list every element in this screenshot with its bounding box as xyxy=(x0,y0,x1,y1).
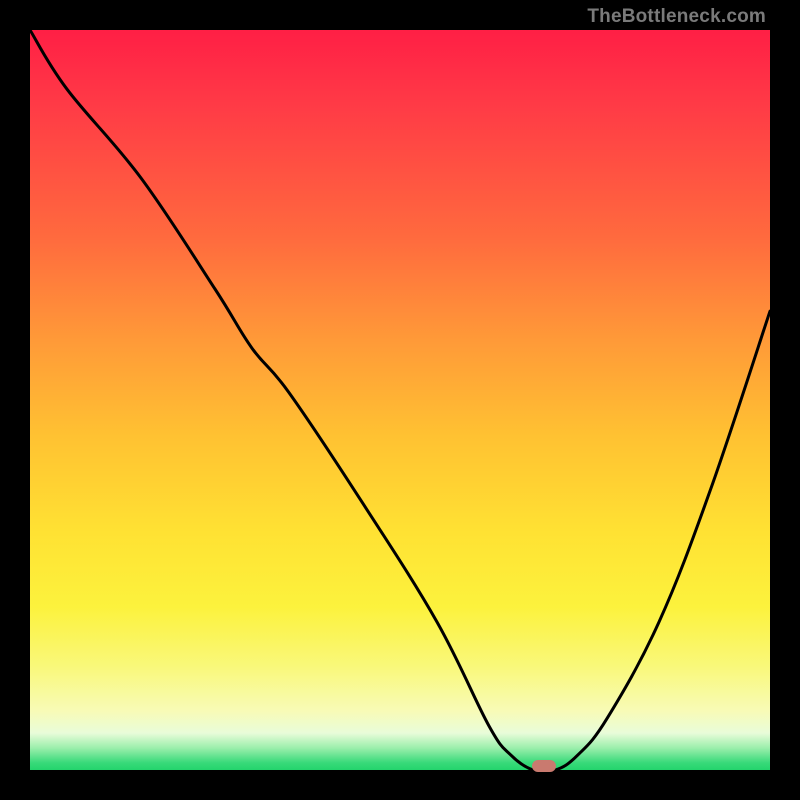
chart-frame: TheBottleneck.com xyxy=(0,0,800,800)
plot-area xyxy=(30,30,770,770)
watermark-text: TheBottleneck.com xyxy=(587,6,766,28)
bottleneck-curve xyxy=(30,30,770,770)
optimal-point-marker xyxy=(532,760,556,772)
curve-path xyxy=(30,30,770,772)
